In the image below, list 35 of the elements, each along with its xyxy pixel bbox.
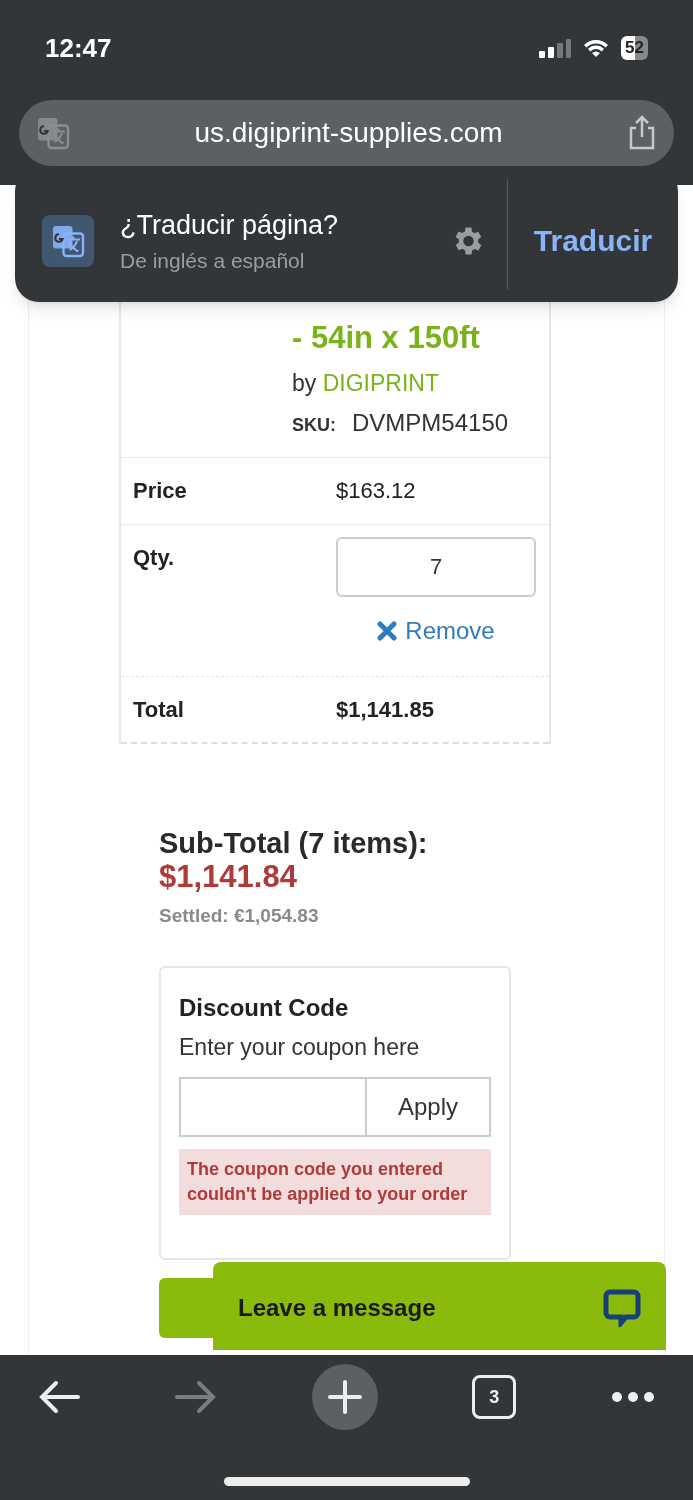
discount-title: Discount Code [179, 993, 350, 1023]
price-value: $163.12 [336, 477, 416, 505]
quantity-field[interactable]: 7 [336, 536, 536, 597]
translate-button[interactable]: Traducir [508, 167, 678, 302]
chat-icon [603, 1289, 641, 1327]
more-icon[interactable] [611, 1391, 655, 1403]
translate-icon [35, 115, 71, 151]
url-text: us.digiprint-supplies.com [194, 116, 503, 150]
signal-icon [539, 38, 572, 58]
subtotal-label: Sub-Total (7 items): [159, 825, 428, 860]
battery-indicator: 52 [621, 36, 648, 60]
row-label: Price [133, 478, 187, 503]
product-brand: by DIGIPRINT [292, 369, 440, 398]
banner-title: ¿Traducir página? [120, 208, 339, 242]
row-label: Qty. [133, 544, 175, 570]
back-icon[interactable] [38, 1379, 80, 1415]
apply-button[interactable]: Apply [367, 1076, 491, 1137]
chat-widget[interactable]: Leave a message [213, 1262, 666, 1350]
total-value: $1,141.85 [336, 695, 434, 724]
banner-subtitle: De inglés a español [120, 248, 306, 274]
coupon-error-message: The coupon code you entered couldn't be applied to your order [179, 1148, 491, 1215]
settled-amount: Settled: €1,054.83 [159, 903, 320, 928]
close-icon [377, 620, 398, 641]
status-time: 12:47 [45, 31, 112, 65]
sku-label: SKU: [292, 413, 336, 437]
remove-link[interactable]: Remove [377, 612, 495, 649]
subtotal-value: $1,141.84 [159, 859, 298, 894]
discount-hint: Enter your coupon here [179, 1033, 421, 1062]
row-label: Total [133, 696, 184, 722]
tab-count-button[interactable]: 3 [472, 1375, 517, 1419]
wifi-icon [583, 38, 610, 58]
plus-icon [327, 1380, 362, 1414]
sku-value: DVMPM54150 [352, 407, 509, 438]
address-bar[interactable]: us.digiprint-supplies.com [19, 100, 674, 166]
coupon-field[interactable] [179, 1076, 367, 1137]
